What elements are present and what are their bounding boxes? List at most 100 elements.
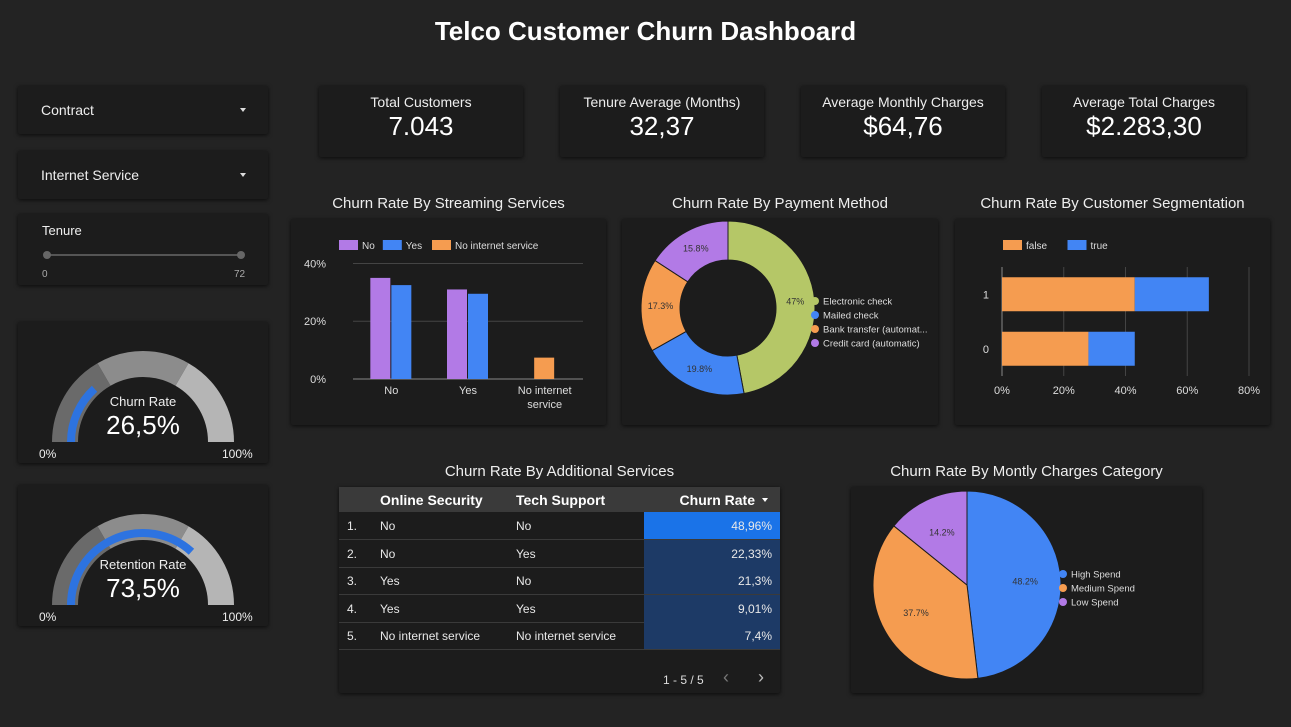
y-tick-label: 1 — [983, 289, 989, 301]
cell-churn-rate: 21,3% — [737, 574, 772, 588]
streaming-chart-title: Churn Rate By Streaming Services — [332, 195, 565, 212]
cell-online-security: No — [380, 546, 396, 561]
legend-label-3: Credit card (automatic) — [823, 339, 920, 350]
kpi-value: 32,37 — [629, 111, 695, 141]
retention-rate-value: 73,5% — [106, 573, 180, 603]
legend-swatch-0 — [1059, 570, 1067, 578]
table-row[interactable]: 2. No Yes 22,33% — [339, 539, 780, 568]
kpi-total-customers: Total Customers 7.043 — [319, 86, 523, 157]
row-index: 3. — [347, 574, 358, 588]
additional-services-title: Churn Rate By Additional Services — [444, 463, 675, 480]
internet-service-dropdown[interactable]: Internet Service — [18, 151, 268, 199]
legend-swatch-2 — [1059, 598, 1067, 606]
legend-swatch-0 — [339, 240, 358, 250]
churn-gauge-max: 100% — [222, 447, 253, 461]
churn-rate-value: 26,5% — [106, 410, 180, 440]
bar-yes-yes — [468, 293, 488, 379]
contract-dropdown-label: Contract — [41, 102, 94, 118]
cell-tech-support: No internet service — [516, 629, 617, 643]
churn-rate-gauge — [52, 351, 234, 443]
y-tick-label: 0% — [310, 374, 326, 386]
bar-segment-0-true — [1088, 331, 1135, 366]
kpi-label: Total Customers — [370, 94, 472, 110]
kpi-average-monthly-charges: Average Monthly Charges $64,76 — [801, 86, 1005, 157]
tenure-max-value: 72 — [234, 269, 246, 280]
payment-chart-title: Churn Rate By Payment Method — [672, 195, 888, 212]
pie-data-label: 48.2% — [1012, 577, 1038, 587]
legend-swatch-1 — [811, 311, 819, 319]
legend-label-0: High Spend — [1071, 570, 1121, 581]
kpi-label: Average Total Charges — [1073, 94, 1215, 110]
churn-gauge-band-1 — [97, 351, 189, 386]
row-index: 1. — [347, 519, 358, 533]
legend-label-1: true — [1091, 241, 1109, 252]
kpi-value: $64,76 — [863, 111, 943, 141]
pie-data-label: 15.8% — [683, 244, 709, 254]
next-page-icon[interactable]: › — [758, 667, 764, 688]
contract-dropdown[interactable]: Contract — [18, 86, 268, 134]
segmentation-chart-card: false true 0% 20% 40% 60% 80% 1 0 — [955, 219, 1270, 425]
prev-page-icon[interactable]: ‹ — [723, 667, 729, 688]
row-index: 5. — [347, 629, 358, 643]
legend-label-1: Mailed check — [823, 311, 879, 322]
column-header-churn-rate[interactable]: Churn Rate — [680, 492, 755, 508]
sort-desc-icon[interactable] — [762, 498, 768, 502]
churn-rate-label: Churn Rate — [109, 394, 177, 409]
kpi-value: 7.043 — [388, 111, 454, 141]
column-header-tech-support[interactable]: Tech Support — [516, 492, 605, 508]
table-row[interactable]: 1. No No 48,96% — [339, 512, 780, 540]
bar-segment-1-false — [1002, 277, 1135, 312]
cell-online-security: No — [380, 519, 396, 533]
tenure-slider-max-handle[interactable] — [237, 251, 245, 259]
table-row[interactable]: 3. Yes No 21,3% — [339, 567, 780, 595]
table-header: Online Security Tech Support Churn Rate — [339, 487, 780, 512]
legend-swatch-0 — [1003, 240, 1022, 250]
cell-tech-support: No — [516, 574, 532, 588]
streaming-chart-card: No Yes No internet service 0% 20% 40% No Yes No … — [291, 219, 606, 425]
monthly-charges-chart-title: Churn Rate By Montly Charges Category — [890, 463, 1163, 480]
row-index: 4. — [347, 601, 358, 616]
x-tick-label: 80% — [1238, 385, 1260, 397]
retention-rate-gauge — [52, 514, 234, 606]
chevron-down-icon — [240, 173, 246, 177]
internet-service-dropdown-label: Internet Service — [41, 167, 140, 183]
segmentation-chart-title: Churn Rate By Customer Segmentation — [980, 195, 1245, 212]
chevron-down-icon — [240, 108, 246, 112]
legend-label-2: Low Spend — [1071, 598, 1119, 609]
bar-yes-no — [447, 289, 467, 379]
cell-online-security: Yes — [380, 601, 400, 616]
bar-segment-1-true — [1134, 277, 1209, 312]
legend-label-0: Electronic check — [823, 297, 892, 308]
table-row[interactable]: 5. No internet service No internet service… — [339, 622, 780, 650]
cell-online-security: Yes — [380, 574, 400, 588]
tenure-slider-track[interactable] — [47, 254, 242, 256]
x-tick-label: Yes — [459, 385, 477, 397]
pie-slice-electronic-check — [727, 220, 816, 395]
bar-no-internet-service-no-internet-service — [534, 357, 555, 379]
bar-no-yes — [391, 285, 412, 379]
legend-swatch-0 — [811, 297, 819, 305]
retention-rate-label: Retention Rate — [99, 557, 187, 572]
kpi-value: $2.283,30 — [1086, 111, 1202, 141]
monthly-charges-chart-card: 48.2% 37.7% 14.2% High Spend Medium Spend Low… — [851, 487, 1202, 693]
pie-data-label: 14.2% — [929, 527, 955, 537]
pagination-label: 1 - 5 / 5 — [663, 673, 704, 687]
legend-swatch-2 — [432, 240, 451, 250]
y-tick-label: 40% — [304, 258, 326, 270]
retention-gauge-min: 0% — [39, 610, 57, 624]
cell-tech-support: No — [516, 519, 532, 533]
kpi-label: Tenure Average (Months) — [583, 94, 741, 110]
tenure-slider-min-handle[interactable] — [43, 251, 51, 259]
table-row[interactable]: 4. Yes Yes 9,01% — [339, 594, 780, 623]
dashboard-title: Telco Customer Churn Dashboard — [434, 16, 857, 46]
x-tick-label: 0% — [994, 385, 1010, 397]
payment-donut-chart: 47% 19.8% 17.3% 15.8% Electronic check Mailed… — [640, 220, 928, 396]
legend-swatch-1 — [1059, 584, 1067, 592]
column-header-online-security[interactable]: Online Security — [380, 492, 483, 508]
cell-churn-rate: 22,33% — [731, 546, 772, 561]
legend-label-2: No internet service — [455, 241, 539, 252]
x-tick-label: No internet — [518, 385, 572, 397]
cell-tech-support: Yes — [516, 601, 536, 616]
churn-gauge-min: 0% — [39, 447, 57, 461]
payment-chart-card: 47% 19.8% 17.3% 15.8% Electronic check Mailed… — [622, 219, 938, 425]
